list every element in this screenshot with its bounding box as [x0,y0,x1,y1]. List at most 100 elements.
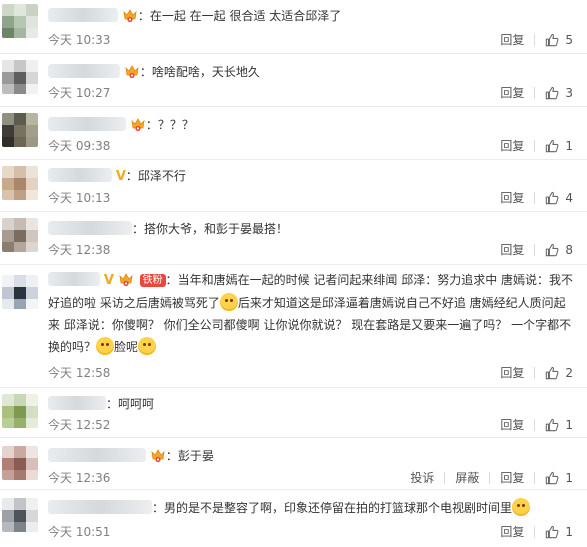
comment-item: ：搭你大爷，和彭于晏最搭！ 今天 12:38 回复 8 [0,212,587,265]
comment-content: 好追的啦 采访之后唐嫣被骂死了 [48,296,220,310]
divider [444,472,446,484]
comment-list: ：在一起 在一起 很合适 太适合邱泽了 今天 10:33 回复 5 ：啥啥配啥，… [0,0,587,547]
block-button[interactable]: 屏蔽 [455,470,479,486]
username-blurred[interactable] [48,64,120,78]
avatar[interactable] [2,394,38,428]
divider [534,419,536,431]
comment-content: 来 邱泽说：你傻啊？ 你们全公司都傻啊 让你说你就说？ 现在套路是又要来一遍了吗… [48,318,572,332]
thumb-up-icon [545,191,559,205]
avatar[interactable] [2,166,38,200]
thumb-up-icon [545,243,559,257]
avatar[interactable] [2,60,38,94]
thumb-up-icon [545,139,559,153]
username-blurred[interactable] [48,117,126,131]
comment-text-line: ：啥啥配啥，天长地久 [48,60,573,84]
divider [534,34,536,46]
reply-button[interactable]: 回复 [500,138,524,154]
comment-time: 今天 10:13 [48,191,111,205]
like-count: 1 [565,525,573,539]
comment-text-line: V：邱泽不行 [48,164,573,189]
tongue-emoji-icon [96,337,115,355]
thumb-up-icon [545,366,559,380]
comment-time: 今天 12:58 [48,366,111,380]
comment-actions: 回复 8 [500,242,573,258]
reply-button[interactable]: 回复 [500,85,524,101]
reply-button[interactable]: 回复 [500,32,524,48]
comment-content: ？？？ [157,118,194,132]
thumb-up-icon [545,525,559,539]
comment-time: 今天 10:27 [48,86,111,100]
avatar[interactable] [2,498,38,532]
reply-button[interactable]: 回复 [500,524,524,540]
like-button[interactable]: 1 [545,524,573,540]
comment-actions: 投诉 屏蔽 回复 1 [410,470,573,486]
username-blurred[interactable] [48,221,132,235]
comment-content: 在一起 在一起 很合适 太适合邱泽了 [149,9,342,23]
avatar[interactable] [2,113,38,147]
comment-content: 脸呢 [114,340,139,354]
reply-button[interactable]: 回复 [500,365,524,381]
vip-badge-icon [124,63,140,79]
reply-button[interactable]: 回复 [500,190,524,206]
divider [534,87,536,99]
comment-actions: 回复 2 [500,365,573,381]
comment-actions: 回复 1 [500,524,573,540]
username-blurred[interactable] [48,396,106,410]
like-count: 3 [565,86,573,100]
comment-text-line: ：在一起 在一起 很合适 太适合邱泽了 [48,4,573,28]
comment-time: 今天 12:36 [48,471,111,485]
comment-item: ：男的是不是整容了啊，印象还停留在拍的打篮球那个电视剧时间里 今天 10:51 … [0,490,587,547]
vip-badge-icon [150,447,166,463]
username-blurred[interactable] [48,272,100,286]
like-count: 4 [565,191,573,205]
avatar[interactable] [2,218,38,252]
comment-time: 今天 12:38 [48,243,111,257]
like-button[interactable]: 4 [545,190,573,206]
blush-emoji-icon [219,293,238,311]
comment-actions: 回复 3 [500,85,573,101]
comment-time: 今天 12:52 [48,418,111,432]
like-button[interactable]: 1 [545,138,573,154]
comment-content: 当年和唐嫣在一起的时候 记者问起来绯闻 邱泽：努力追求中 唐嫣说：我不 [177,273,574,287]
username-blurred[interactable] [48,500,152,514]
like-button[interactable]: 3 [545,85,573,101]
thumb-up-icon [545,418,559,432]
like-count: 8 [565,243,573,257]
comment-actions: 回复 1 [500,417,573,433]
like-count: 2 [565,366,573,380]
comment-item: ：？？？ 今天 09:38 回复 1 [0,107,587,160]
like-button[interactable]: 1 [545,470,573,486]
username-blurred[interactable] [48,168,112,182]
comment-item: ：彭于晏 今天 12:36 投诉 屏蔽 回复 1 [0,438,587,490]
like-button[interactable]: 1 [545,417,573,433]
comment-text-line: V 铁粉 ：当年和唐嫣在一起的时候 记者问起来绯闻 邱泽：努力追求中 唐嫣说：我不… [48,272,574,355]
reply-button[interactable]: 回复 [500,470,524,486]
comment-content: 搭你大爷，和彭于晏最搭！ [144,222,289,236]
comment-item: V：邱泽不行 今天 10:13 回复 4 [0,160,587,212]
comment-actions: 回复 1 [500,138,573,154]
username-blurred[interactable] [48,8,118,22]
divider [534,244,536,256]
avatar[interactable] [2,4,38,38]
comment-content: 呵呵呵 [118,397,155,411]
reply-button[interactable]: 回复 [500,417,524,433]
comment-text-line: ：男的是不是整容了啊，印象还停留在拍的打篮球那个电视剧时间里 [48,496,573,520]
username-blurred[interactable] [48,448,146,462]
comment-text-line: ：？？？ [48,113,573,137]
report-button[interactable]: 投诉 [410,470,434,486]
avatar[interactable] [2,275,38,309]
like-count: 1 [565,471,573,485]
vip-badge-icon [130,116,146,132]
like-button[interactable]: 5 [545,32,573,48]
comment-time: 今天 10:51 [48,525,111,539]
comment-actions: 回复 4 [500,190,573,206]
comment-time: 今天 09:38 [48,139,111,153]
divider [534,367,536,379]
avatar[interactable] [2,446,38,480]
reply-button[interactable]: 回复 [500,242,524,258]
divider [534,472,536,484]
like-button[interactable]: 8 [545,242,573,258]
comment-content: 换的吗？ [48,340,97,354]
like-button[interactable]: 2 [545,365,573,381]
comment-time: 今天 10:33 [48,33,111,47]
